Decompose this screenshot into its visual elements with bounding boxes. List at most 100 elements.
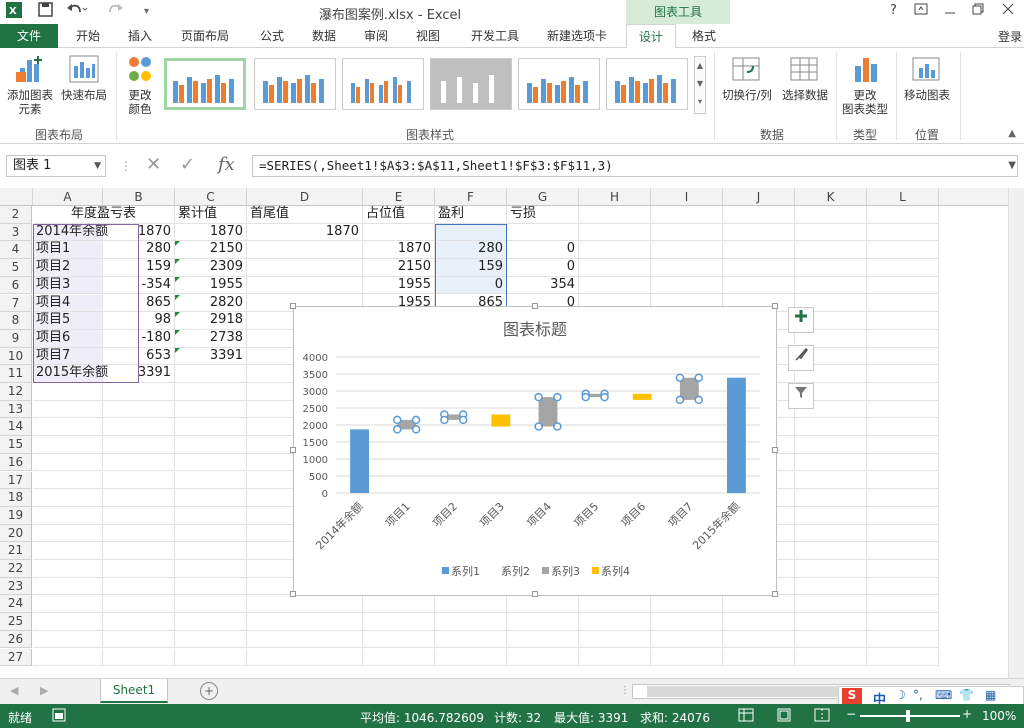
row-header[interactable]: 17 (0, 471, 32, 490)
cell[interactable]: 1870 (363, 241, 435, 260)
tab-new-tab[interactable]: 新建选项卡 (540, 24, 614, 48)
cell[interactable] (723, 613, 795, 631)
cell[interactable] (723, 241, 795, 260)
cell[interactable] (33, 542, 103, 560)
cell[interactable] (507, 223, 579, 242)
cell[interactable] (651, 241, 723, 260)
cell[interactable] (795, 223, 867, 242)
cell[interactable] (795, 613, 867, 631)
cell[interactable] (795, 436, 867, 454)
cell[interactable] (867, 347, 939, 366)
cell[interactable] (867, 630, 939, 649)
cell[interactable] (175, 648, 247, 667)
sheet-tab-sheet1[interactable]: Sheet1 (100, 679, 168, 703)
cell[interactable]: 2150 (363, 259, 435, 277)
macro-record-icon[interactable] (52, 708, 66, 725)
page-layout-view-icon[interactable] (776, 708, 792, 725)
scroll-sheets-left-icon[interactable]: ◀ (10, 684, 18, 697)
waterfall-chart[interactable]: 图表标题 0 500 1000 1500 2000 2500 3000 3500 4000 2014… (290, 303, 778, 597)
cell[interactable]: 2820 (175, 294, 247, 313)
cell[interactable]: 2150 (175, 241, 247, 260)
cell[interactable] (867, 471, 939, 490)
change-chart-type-button[interactable]: 更改 图表类型 (838, 54, 892, 116)
cell[interactable] (175, 560, 247, 578)
row-header[interactable]: 2 (0, 206, 32, 224)
cell[interactable] (867, 312, 939, 330)
cell[interactable] (579, 241, 651, 260)
cell[interactable] (651, 223, 723, 242)
cell[interactable] (507, 613, 579, 631)
row-header[interactable]: 11 (0, 365, 32, 383)
column-header[interactable]: J (723, 188, 795, 206)
punctuation-icon[interactable]: °, (913, 688, 923, 702)
column-header[interactable]: I (651, 188, 723, 206)
cell[interactable] (175, 506, 247, 525)
keyboard-icon[interactable]: ⌨ (935, 688, 952, 702)
cell[interactable] (33, 453, 103, 472)
chart-style-5[interactable] (518, 58, 600, 110)
cell[interactable] (175, 630, 247, 649)
moon-icon[interactable]: ☽ (895, 688, 906, 702)
cell[interactable] (103, 648, 175, 667)
cell[interactable] (723, 630, 795, 649)
row-header[interactable]: 16 (0, 453, 32, 472)
cell[interactable] (363, 223, 435, 242)
hscroll-splitter-icon[interactable]: ⋮ (620, 685, 630, 696)
chart-resize-handle[interactable] (772, 303, 778, 309)
cell[interactable]: 2918 (175, 312, 247, 330)
chart-style-2[interactable] (254, 58, 336, 110)
row-header[interactable]: 5 (0, 259, 32, 277)
cell[interactable] (33, 630, 103, 649)
tab-design[interactable]: 设计 (626, 24, 676, 49)
cell[interactable] (579, 276, 651, 295)
cell[interactable] (103, 400, 175, 419)
cell[interactable] (247, 648, 363, 667)
row-header[interactable]: 9 (0, 329, 32, 348)
cell[interactable] (867, 383, 939, 401)
toolbox-icon[interactable]: ▦ (985, 688, 996, 702)
cell[interactable] (103, 595, 175, 614)
row-header[interactable]: 12 (0, 383, 32, 401)
cell[interactable] (795, 595, 867, 614)
cell[interactable]: 2738 (175, 329, 247, 348)
cell[interactable] (867, 206, 939, 224)
column-header[interactable]: F (435, 188, 507, 206)
cell[interactable] (795, 241, 867, 260)
chart-resize-handle[interactable] (290, 591, 296, 597)
zoom-out-icon[interactable]: − (846, 707, 856, 721)
cell[interactable] (247, 595, 363, 614)
cell[interactable] (795, 276, 867, 295)
cell[interactable] (103, 630, 175, 649)
row-header[interactable]: 15 (0, 436, 32, 454)
cell[interactable] (651, 648, 723, 667)
cell[interactable] (867, 595, 939, 614)
cell[interactable] (723, 223, 795, 242)
cell[interactable] (795, 648, 867, 667)
cell[interactable] (651, 630, 723, 649)
cell[interactable] (867, 400, 939, 419)
cell[interactable] (435, 613, 507, 631)
cell[interactable]: 0 (507, 241, 579, 260)
cell[interactable] (795, 524, 867, 543)
cell[interactable] (867, 577, 939, 596)
cell[interactable] (867, 524, 939, 543)
cell[interactable] (867, 329, 939, 348)
tab-file[interactable]: 文件 (0, 24, 58, 48)
cell[interactable] (175, 400, 247, 419)
chart-style-1[interactable] (164, 58, 246, 110)
cell[interactable] (867, 223, 939, 242)
row-header[interactable]: 10 (0, 347, 32, 366)
row-header[interactable]: 20 (0, 524, 32, 543)
chart-style-4[interactable] (430, 58, 512, 110)
cell[interactable] (175, 436, 247, 454)
cell-header[interactable]: 累计值 (175, 206, 247, 224)
cell[interactable] (651, 259, 723, 277)
cell[interactable] (33, 577, 103, 596)
row-header[interactable]: 22 (0, 560, 32, 578)
tab-developer[interactable]: 开发工具 (462, 24, 528, 48)
tab-view[interactable]: 视图 (406, 24, 450, 48)
row-header[interactable]: 3 (0, 223, 32, 242)
cell[interactable]: 3391 (175, 347, 247, 366)
cell[interactable] (507, 648, 579, 667)
name-box-dropdown-icon[interactable]: ▼ (94, 156, 101, 176)
